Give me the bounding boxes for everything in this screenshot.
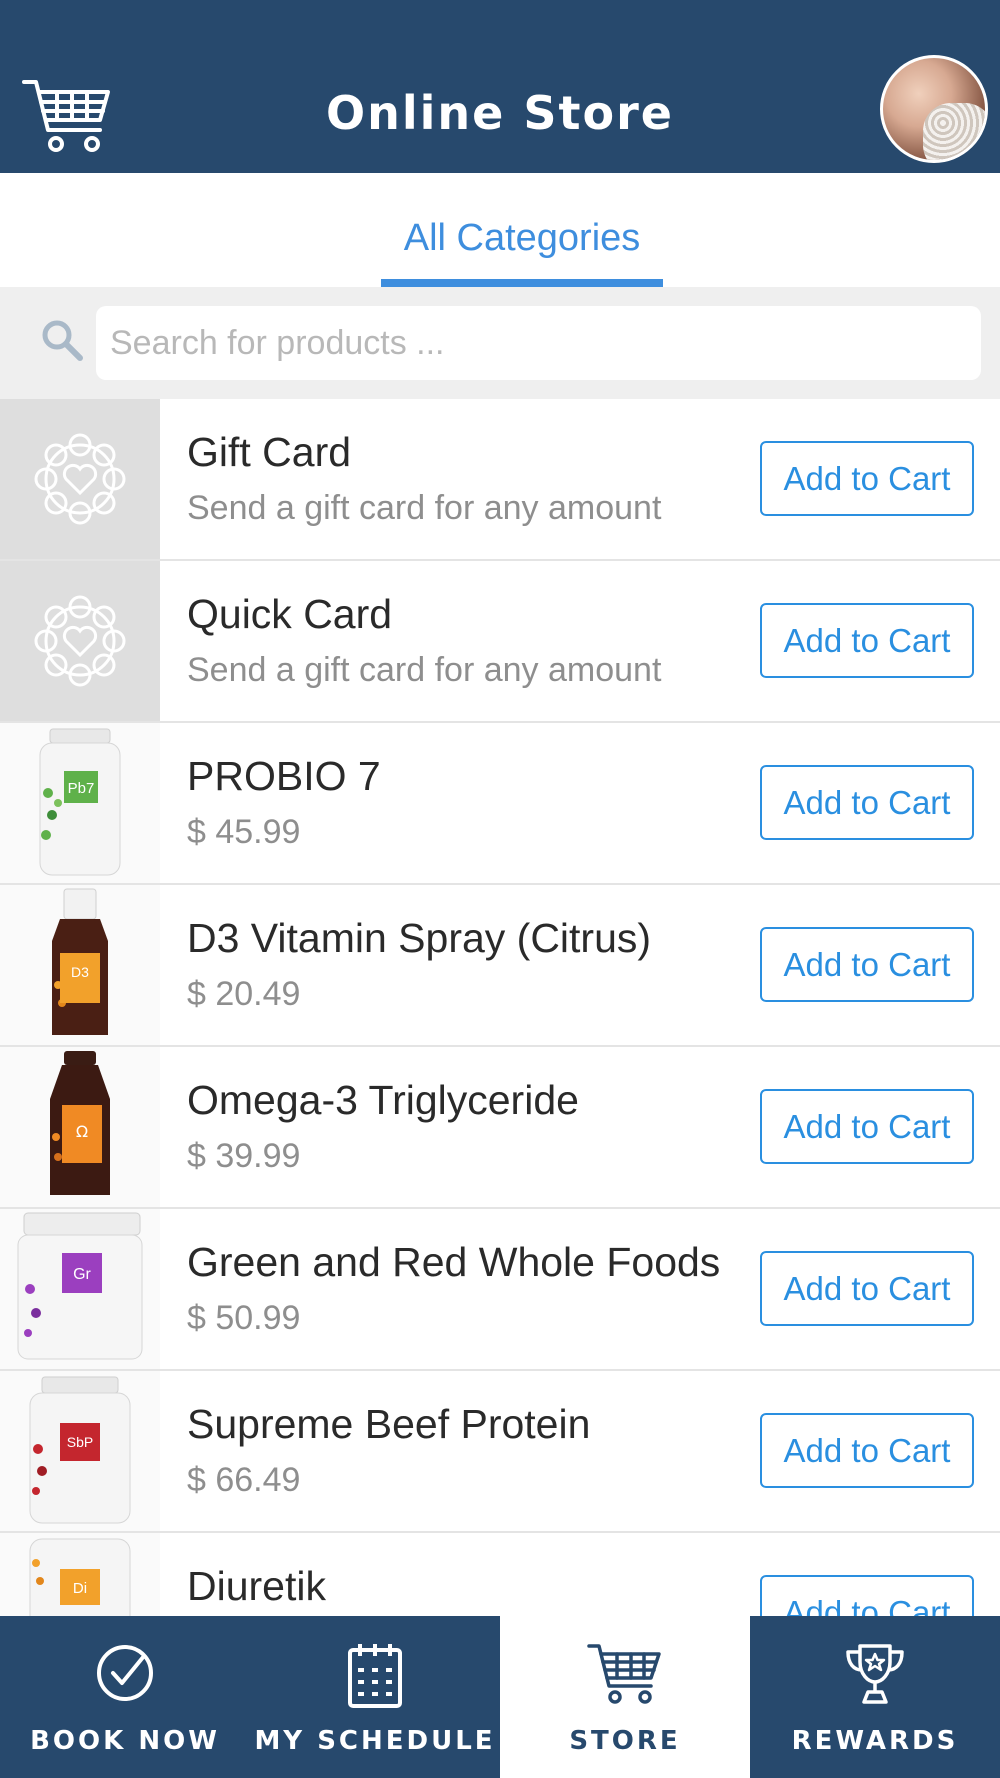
list-item: D3 D3 Vitamin Spray (Citrus) $ 20.49 Add… (0, 885, 1000, 1047)
add-to-cart-button[interactable]: Add to Cart (760, 441, 974, 516)
gift-card-logo-icon (0, 561, 160, 721)
bottom-nav: BOOK NOW MY SCHEDULE STORE REWARDS (0, 1616, 1000, 1778)
search-icon (40, 318, 84, 367)
list-item: Pb7 PROBIO 7 $ 45.99 Add to Cart (0, 723, 1000, 885)
nav-label: MY SCHEDULE (254, 1726, 496, 1756)
product-image: D3 (0, 885, 160, 1045)
add-to-cart-button[interactable]: Add to Cart (760, 1089, 974, 1164)
add-to-cart-button[interactable]: Add to Cart (760, 1251, 974, 1326)
add-to-cart-button[interactable]: Add to Cart (760, 1413, 974, 1488)
nav-rewards[interactable]: REWARDS (750, 1616, 1000, 1778)
nav-label: REWARDS (791, 1726, 959, 1756)
product-price: $ 50.99 (187, 1299, 301, 1337)
search-input[interactable] (96, 306, 981, 380)
add-to-cart-button[interactable]: Add to Cart (760, 765, 974, 840)
product-image: Ω (0, 1047, 160, 1207)
check-circle-icon (0, 1642, 250, 1710)
product-label-text: Ω (76, 1122, 88, 1141)
product-image: Pb7 (0, 723, 160, 883)
product-image: Di (0, 1533, 160, 1616)
list-item: Ω Omega-3 Triglyceride $ 39.99 Add to Ca… (0, 1047, 1000, 1209)
list-item: Quick Card Send a gift card for any amou… (0, 561, 1000, 723)
product-name: Omega-3 Triglyceride (187, 1077, 579, 1123)
product-subtitle: Send a gift card for any amount (187, 651, 662, 689)
add-to-cart-button[interactable]: Add to Cart (760, 927, 974, 1002)
product-label-text: Gr (73, 1266, 91, 1283)
product-name: D3 Vitamin Spray (Citrus) (187, 915, 652, 961)
nav-label: BOOK NOW (30, 1726, 220, 1756)
product-price: $ 45.99 (187, 813, 301, 851)
tab-label: All Categories (403, 217, 641, 259)
add-to-cart-button[interactable]: Add to Cart (760, 603, 974, 678)
list-item: Di Diuretik Add to Cart (0, 1533, 1000, 1616)
product-name: Green and Red Whole Foods (187, 1239, 721, 1285)
nav-label: STORE (569, 1726, 681, 1756)
product-price: $ 39.99 (187, 1137, 301, 1175)
product-image: SbP (0, 1371, 160, 1531)
product-label-text: Pb7 (68, 780, 95, 797)
nav-store[interactable]: STORE (500, 1616, 750, 1778)
user-avatar[interactable] (880, 55, 988, 163)
nav-book-now[interactable]: BOOK NOW (0, 1616, 250, 1778)
product-subtitle: Send a gift card for any amount (187, 489, 662, 527)
product-name: Quick Card (187, 591, 393, 637)
product-image: Gr (0, 1209, 160, 1369)
product-label-text: Di (73, 1580, 87, 1597)
trophy-icon (750, 1642, 1000, 1710)
cart-icon (500, 1642, 750, 1710)
product-price: $ 20.49 (187, 975, 301, 1013)
product-name: PROBIO 7 (187, 753, 381, 799)
list-item: Gr Green and Red Whole Foods $ 50.99 Add… (0, 1209, 1000, 1371)
app-header: Online Store (0, 0, 1000, 173)
tab-all-categories[interactable]: All Categories (381, 173, 663, 287)
gift-card-logo-icon (0, 399, 160, 559)
list-item: SbP Supreme Beef Protein $ 66.49 Add to … (0, 1371, 1000, 1533)
nav-my-schedule[interactable]: MY SCHEDULE (250, 1616, 500, 1778)
product-label-text: D3 (71, 964, 89, 980)
product-list: Gift Card Send a gift card for any amoun… (0, 399, 1000, 1616)
search-bar (0, 287, 1000, 399)
list-item: Gift Card Send a gift card for any amoun… (0, 399, 1000, 561)
tab-active-indicator (381, 279, 663, 287)
page-title: Online Store (326, 86, 674, 140)
product-name: Supreme Beef Protein (187, 1401, 591, 1447)
product-name: Diuretik (187, 1563, 326, 1609)
product-name: Gift Card (187, 429, 352, 475)
add-to-cart-button[interactable]: Add to Cart (760, 1575, 974, 1616)
product-label-text: SbP (67, 1434, 93, 1450)
calendar-icon (250, 1642, 500, 1710)
product-price: $ 66.49 (187, 1461, 301, 1499)
category-tabs: All Categories (0, 173, 1000, 287)
